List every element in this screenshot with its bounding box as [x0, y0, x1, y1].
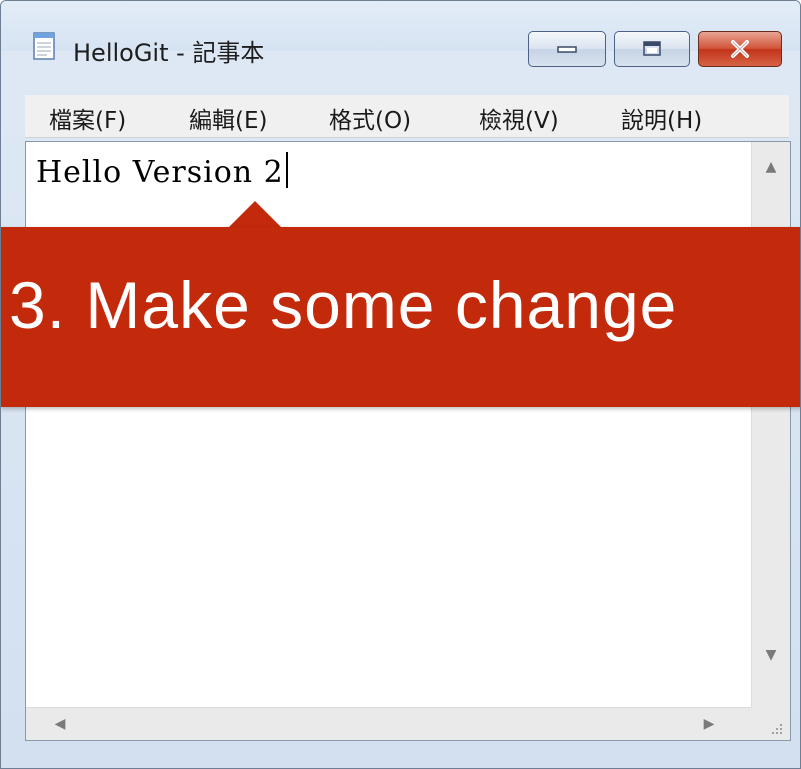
menu-file[interactable]: 檔案(F) [49, 101, 126, 135]
callout-pointer [227, 201, 283, 229]
resize-grip[interactable] [752, 708, 790, 740]
minimize-icon [557, 46, 577, 53]
horizontal-scrollbar[interactable]: ◀ ▶ [26, 707, 753, 740]
instruction-callout: 3. Make some change [1, 227, 800, 407]
callout-text: 3. Make some change [9, 268, 678, 342]
maximize-icon [643, 41, 661, 56]
title-bar[interactable]: HelloGit - 記事本 [1, 1, 800, 67]
close-icon [731, 40, 749, 58]
maximize-button[interactable] [614, 31, 690, 67]
menu-bar: 檔案(F) 編輯(E) 格式(O) 檢視(V) 說明(H) [25, 95, 789, 138]
scroll-up-icon[interactable]: ▲ [752, 148, 790, 186]
editor-text: Hello Version 2 [36, 155, 284, 190]
editor-content[interactable]: Hello Version 2 [36, 152, 288, 190]
minimize-button[interactable] [528, 31, 606, 67]
menu-edit[interactable]: 編輯(E) [189, 101, 267, 135]
scroll-left-icon[interactable]: ◀ [44, 708, 76, 740]
notepad-icon [33, 32, 55, 60]
menu-help[interactable]: 說明(H) [621, 101, 702, 135]
text-caret [285, 152, 288, 188]
scroll-right-icon[interactable]: ▶ [693, 708, 725, 740]
menu-view[interactable]: 檢視(V) [479, 101, 559, 135]
window-title: HelloGit - 記事本 [73, 39, 265, 67]
menu-format[interactable]: 格式(O) [329, 101, 411, 135]
scroll-down-icon[interactable]: ▼ [752, 636, 790, 674]
close-button[interactable] [698, 31, 782, 67]
resize-grip-icon [772, 724, 782, 734]
notepad-window: HelloGit - 記事本 檔案(F) 編輯(E) 格式(O) 檢視(V) 說… [0, 0, 801, 769]
